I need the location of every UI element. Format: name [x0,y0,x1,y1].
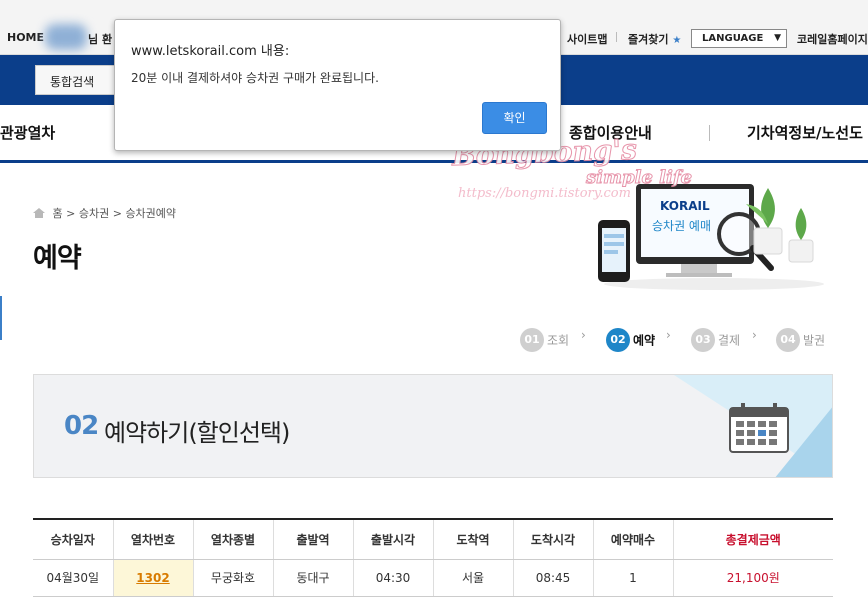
caret-down-icon: ▼ [774,33,781,43]
col-header-train-no: 열차번호 [113,518,194,560]
col-header-date: 승차일자 [33,518,114,560]
star-icon: ★ [672,35,682,46]
hero-brand: KORAIL [660,199,710,213]
dialog-title: www.letskorail.com 내용: [131,44,290,59]
divider [616,32,617,42]
korail-homepage-link[interactable]: 코레일홈페이지 [797,31,868,47]
col-header-train-type: 열차종별 [193,518,274,560]
watermark-url: https://bongmi.tistory.com [458,186,631,201]
watermark-subtitle: simple life [585,167,693,189]
favorites-label: 즐겨찾기 [628,33,669,46]
cell-departure-station: 동대구 [273,559,354,597]
ok-button[interactable]: 확인 [482,102,547,134]
section-banner: 02 예약하기(할인선택) [33,374,833,478]
cell-ticket-count: 1 [593,559,674,597]
nav-divider [709,125,710,141]
chevron-right-icon: > [112,207,126,220]
step-issuance: 04 발권 [776,328,825,352]
breadcrumb-home[interactable]: 홈 [53,207,63,220]
step-number: 01 [520,328,544,352]
breadcrumb-tickets[interactable]: 승차권 [79,207,109,220]
breadcrumb: 홈 > 승차권 > 승차권예약 [33,205,176,221]
step-label: 결제 [718,333,741,348]
sitemap-link[interactable]: 사이트맵 [567,31,607,47]
nav-item-tourist-trains[interactable]: 관광열차 [0,122,55,143]
banner-title: 예약하기(할인선택) [104,419,290,447]
breadcrumb-ticket-reservation[interactable]: 승차권예약 [125,207,176,220]
banner-step-number: 02 [64,411,99,441]
home-link[interactable]: HOME [7,31,44,44]
hero-text: 승차권 예매 [652,219,711,233]
step-number: 02 [606,328,630,352]
cell-train-type: 무궁화호 [193,559,274,597]
calendar-icon [729,403,789,453]
cell-arrival-time: 08:45 [513,559,594,597]
language-label: LANGUAGE [702,33,764,44]
cell-departure-time: 04:30 [353,559,434,597]
home-icon [33,208,45,218]
table-row: 04월30일 1302 무궁화호 동대구 04:30 서울 08:45 1 21… [33,559,833,597]
step-label: 발권 [803,333,826,348]
col-header-ticket-count: 예약매수 [593,518,674,560]
table-header-row: 승차일자 열차번호 열차종별 출발역 출발시각 도착역 도착시각 예약매수 총결… [33,518,833,560]
col-header-departure-station: 출발역 [273,518,354,560]
dialog-message: 20분 이내 결제하셔야 승차권 구매가 완료됩니다. [131,71,379,85]
step-reservation: 02 예약 [606,328,655,352]
cell-total-amount: 21,100원 [673,559,833,597]
favorites-link[interactable]: 즐겨찾기 ★ [628,31,681,47]
step-payment: 03 결제 [691,328,740,352]
left-edge-accent [0,296,2,340]
integrated-search-button[interactable]: 통합검색 [35,65,115,95]
cell-date: 04월30일 [33,559,114,597]
blurred-username [45,24,87,50]
step-inquiry: 01 조회 [520,328,569,352]
step-label: 조회 [547,333,570,348]
page-title: 예약 [33,243,82,274]
step-number: 04 [776,328,800,352]
col-header-arrival-station: 도착역 [433,518,514,560]
col-header-arrival-time: 도착시각 [513,518,594,560]
nav-item-station-info[interactable]: 기차역정보/노선도 [747,122,863,143]
welcome-text: 님 환 [88,33,113,46]
chevron-right-icon: > [66,207,79,220]
step-number: 03 [691,328,715,352]
col-header-departure-time: 출발시각 [353,518,434,560]
alert-dialog: www.letskorail.com 내용: 20분 이내 결제하셔야 승차권 … [114,19,561,151]
reservation-table: 승차일자 열차번호 열차종별 출발역 출발시각 도착역 도착시각 예약매수 총결… [33,518,833,597]
train-number-link[interactable]: 1302 [136,571,169,585]
chevron-right-icon: › [581,328,586,342]
chevron-right-icon: › [666,328,671,342]
language-select[interactable]: LANGUAGE ▼ [691,29,787,48]
cell-arrival-station: 서울 [433,559,514,597]
col-header-total-amount: 총결제금액 [673,518,833,560]
cell-train-no: 1302 [113,559,194,597]
step-label: 예약 [633,333,656,348]
chevron-right-icon: › [752,328,757,342]
